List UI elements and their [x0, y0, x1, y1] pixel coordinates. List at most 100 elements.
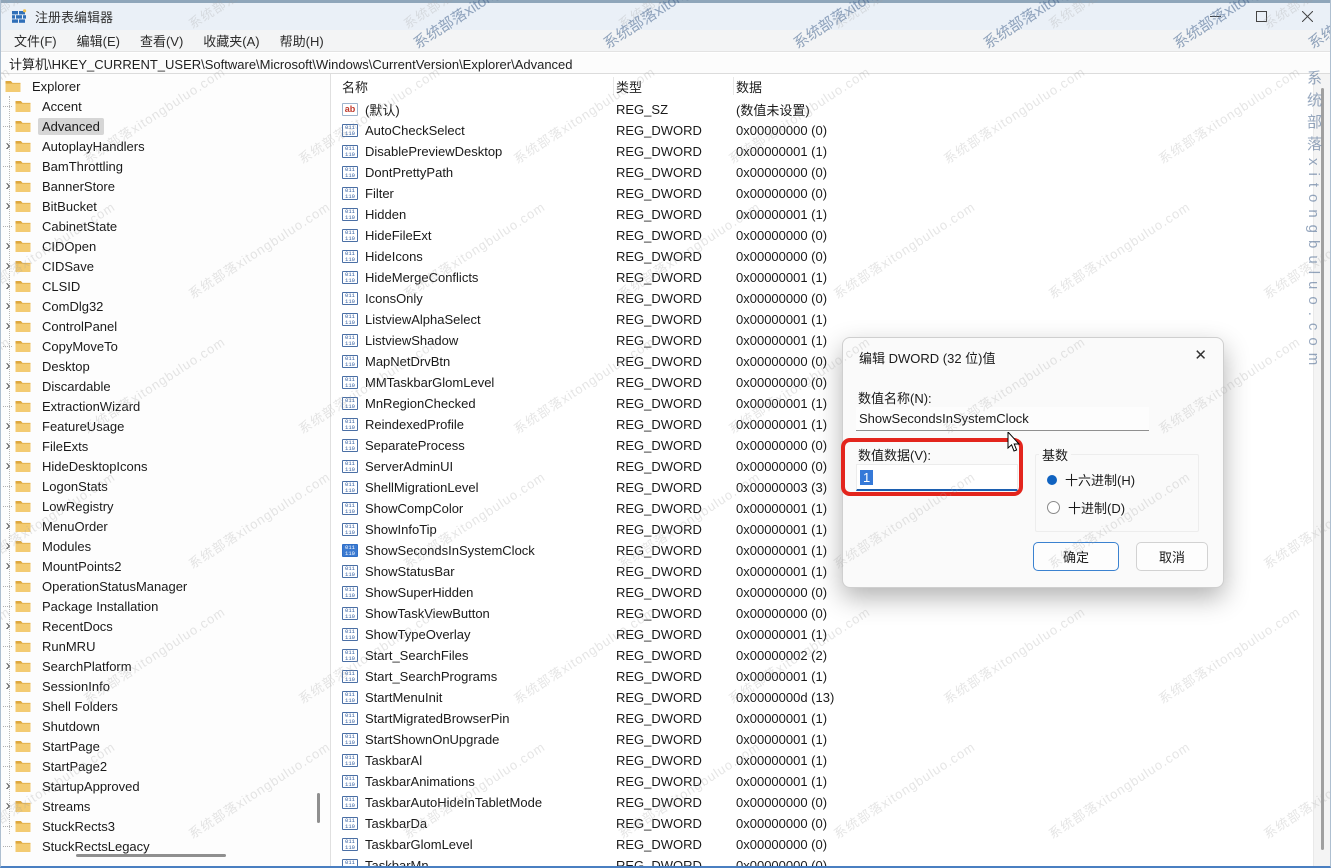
- tree-item-startpage[interactable]: StartPage: [1, 736, 330, 756]
- value-row-showtaskviewbutton[interactable]: 011110ShowTaskViewButtonREG_DWORD0x00000…: [332, 603, 1331, 624]
- tree-item-bannerstore[interactable]: ›BannerStore: [1, 176, 330, 196]
- tree-item-accent[interactable]: Accent: [1, 96, 330, 116]
- menu-item[interactable]: 查看(V): [130, 31, 193, 50]
- tree-item-shutdown[interactable]: Shutdown: [1, 716, 330, 736]
- value-row-taskbarglomlevel[interactable]: 011110TaskbarGlomLevelREG_DWORD0x0000000…: [332, 834, 1331, 855]
- chevron-right-icon[interactable]: ›: [1, 138, 15, 153]
- tree-item-package-installation[interactable]: Package Installation: [1, 596, 330, 616]
- value-row-taskbarda[interactable]: 011110TaskbarDaREG_DWORD0x00000000 (0): [332, 813, 1331, 834]
- tree-item-cidopen[interactable]: ›CIDOpen: [1, 236, 330, 256]
- dialog-close-icon[interactable]: ✕: [1194, 346, 1207, 364]
- cancel-button[interactable]: 取消: [1136, 542, 1208, 571]
- column-header-data[interactable]: 数据: [734, 77, 1331, 95]
- value-row-startmigratedbrowserpin[interactable]: 011110StartMigratedBrowserPinREG_DWORD0x…: [332, 708, 1331, 729]
- chevron-right-icon[interactable]: ›: [1, 258, 15, 273]
- tree-item-sessioninfo[interactable]: ›SessionInfo: [1, 676, 330, 696]
- chevron-right-icon[interactable]: ›: [1, 178, 15, 193]
- chevron-right-icon[interactable]: ›: [1, 238, 15, 253]
- chevron-right-icon[interactable]: ›: [1, 318, 15, 333]
- tree-item-desktop[interactable]: ›Desktop: [1, 356, 330, 376]
- list-vertical-scrollbar[interactable]: [1321, 88, 1324, 850]
- chevron-right-icon[interactable]: ›: [1, 518, 15, 533]
- menu-item[interactable]: 文件(F): [1, 31, 67, 50]
- value-row-hidefileext[interactable]: 011110HideFileExtREG_DWORD0x00000000 (0): [332, 225, 1331, 246]
- value-row-iconsonly[interactable]: 011110IconsOnlyREG_DWORD0x00000000 (0): [332, 288, 1331, 309]
- tree-item-autoplayhandlers[interactable]: ›AutoplayHandlers: [1, 136, 330, 156]
- tree-item-streams[interactable]: ›Streams: [1, 796, 330, 816]
- tree-item-startupapproved[interactable]: ›StartupApproved: [1, 776, 330, 796]
- chevron-right-icon[interactable]: ›: [1, 458, 15, 473]
- tree-item-shell-folders[interactable]: Shell Folders: [1, 696, 330, 716]
- chevron-right-icon[interactable]: ›: [1, 298, 15, 313]
- tree-item-hidedesktopicons[interactable]: ›HideDesktopIcons: [1, 456, 330, 476]
- tree-item-logonstats[interactable]: LogonStats: [1, 476, 330, 496]
- tree-item-advanced[interactable]: Advanced: [1, 116, 330, 136]
- ok-button[interactable]: 确定: [1033, 542, 1119, 571]
- chevron-right-icon[interactable]: ›: [1, 418, 15, 433]
- chevron-right-icon[interactable]: ›: [1, 198, 15, 213]
- tree-item-clsid[interactable]: ›CLSID: [1, 276, 330, 296]
- value-row-taskbarmn[interactable]: 011110TaskbarMnREG_DWORD0x00000000 (0): [332, 855, 1331, 866]
- value-row-startmenuinit[interactable]: 011110StartMenuInitREG_DWORD0x0000000d (…: [332, 687, 1331, 708]
- value-row-startshownonupgrade[interactable]: 011110StartShownOnUpgradeREG_DWORD0x0000…: [332, 729, 1331, 750]
- value-row-listviewalphaselect[interactable]: 011110ListviewAlphaSelectREG_DWORD0x0000…: [332, 309, 1331, 330]
- value-row-taskbaral[interactable]: 011110TaskbarAlREG_DWORD0x00000001 (1): [332, 750, 1331, 771]
- minimize-button[interactable]: [1192, 3, 1238, 30]
- tree-item-discardable[interactable]: ›Discardable: [1, 376, 330, 396]
- value-name-field[interactable]: ShowSecondsInSystemClock: [856, 407, 1149, 431]
- value-row-hidden[interactable]: 011110HiddenREG_DWORD0x00000001 (1): [332, 204, 1331, 225]
- radio-decimal[interactable]: 十进制(D): [1047, 498, 1125, 517]
- chevron-right-icon[interactable]: ›: [1, 538, 15, 553]
- chevron-right-icon[interactable]: ›: [1, 278, 15, 293]
- value-row-showtypeoverlay[interactable]: 011110ShowTypeOverlayREG_DWORD0x00000001…: [332, 624, 1331, 645]
- value-row-start-searchfiles[interactable]: 011110Start_SearchFilesREG_DWORD0x000000…: [332, 645, 1331, 666]
- value-row-start-searchprograms[interactable]: 011110Start_SearchProgramsREG_DWORD0x000…: [332, 666, 1331, 687]
- tree-vertical-scrollbar[interactable]: [317, 793, 320, 823]
- tree-item-stuckrects3[interactable]: StuckRects3: [1, 816, 330, 836]
- tree-item-searchplatform[interactable]: ›SearchPlatform: [1, 656, 330, 676]
- tree-item-operationstatusmanager[interactable]: OperationStatusManager: [1, 576, 330, 596]
- value-row-hidemergeconflicts[interactable]: 011110HideMergeConflictsREG_DWORD0x00000…: [332, 267, 1331, 288]
- tree-horizontal-scrollbar[interactable]: [76, 854, 226, 857]
- close-button[interactable]: [1284, 3, 1330, 30]
- tree-item-explorer[interactable]: Explorer: [1, 76, 330, 96]
- menu-item[interactable]: 编辑(E): [67, 31, 130, 50]
- tree-item-fileexts[interactable]: ›FileExts: [1, 436, 330, 456]
- tree-item-comdlg32[interactable]: ›ComDlg32: [1, 296, 330, 316]
- tree-item-mountpoints2[interactable]: ›MountPoints2: [1, 556, 330, 576]
- tree-item-stuckrectslegacy[interactable]: StuckRectsLegacy: [1, 836, 330, 856]
- chevron-right-icon[interactable]: ›: [1, 798, 15, 813]
- value-row-autocheckselect[interactable]: 011110AutoCheckSelectREG_DWORD0x00000000…: [332, 120, 1331, 141]
- maximize-button[interactable]: [1238, 3, 1284, 30]
- tree-item-runmru[interactable]: RunMRU: [1, 636, 330, 656]
- chevron-right-icon[interactable]: ›: [1, 438, 15, 453]
- tree-item-lowregistry[interactable]: LowRegistry: [1, 496, 330, 516]
- tree-item-featureusage[interactable]: ›FeatureUsage: [1, 416, 330, 436]
- value-row-filter[interactable]: 011110FilterREG_DWORD0x00000000 (0): [332, 183, 1331, 204]
- chevron-right-icon[interactable]: ›: [1, 658, 15, 673]
- chevron-right-icon[interactable]: ›: [1, 678, 15, 693]
- tree-item-recentdocs[interactable]: ›RecentDocs: [1, 616, 330, 636]
- value-row-dontprettypath[interactable]: 011110DontPrettyPathREG_DWORD0x00000000 …: [332, 162, 1331, 183]
- chevron-right-icon[interactable]: ›: [1, 618, 15, 633]
- value-row-taskbaranimations[interactable]: 011110TaskbarAnimationsREG_DWORD0x000000…: [332, 771, 1331, 792]
- chevron-right-icon[interactable]: ›: [1, 558, 15, 573]
- address-bar[interactable]: 计算机\HKEY_CURRENT_USER\Software\Microsoft…: [1, 53, 1330, 74]
- chevron-right-icon[interactable]: ›: [1, 358, 15, 373]
- menu-item[interactable]: 帮助(H): [270, 31, 334, 50]
- column-header-name[interactable]: 名称: [342, 77, 614, 95]
- chevron-right-icon[interactable]: ›: [1, 378, 15, 393]
- tree-item-modules[interactable]: ›Modules: [1, 536, 330, 556]
- tree-item-copymoveto[interactable]: CopyMoveTo: [1, 336, 330, 356]
- value-row--[interactable]: ab(默认)REG_SZ(数值未设置): [332, 99, 1331, 120]
- tree-item-menuorder[interactable]: ›MenuOrder: [1, 516, 330, 536]
- value-row-taskbarautohideintabletmode[interactable]: 011110TaskbarAutoHideInTabletModeREG_DWO…: [332, 792, 1331, 813]
- tree-item-controlpanel[interactable]: ›ControlPanel: [1, 316, 330, 336]
- tree-item-bamthrottling[interactable]: BamThrottling: [1, 156, 330, 176]
- tree-item-cidsave[interactable]: ›CIDSave: [1, 256, 330, 276]
- column-header-type[interactable]: 类型: [614, 77, 734, 95]
- radio-hexadecimal[interactable]: 十六进制(H): [1047, 470, 1135, 489]
- value-row-disablepreviewdesktop[interactable]: 011110DisablePreviewDesktopREG_DWORD0x00…: [332, 141, 1331, 162]
- tree-item-bitbucket[interactable]: ›BitBucket: [1, 196, 330, 216]
- tree-item-cabinetstate[interactable]: CabinetState: [1, 216, 330, 236]
